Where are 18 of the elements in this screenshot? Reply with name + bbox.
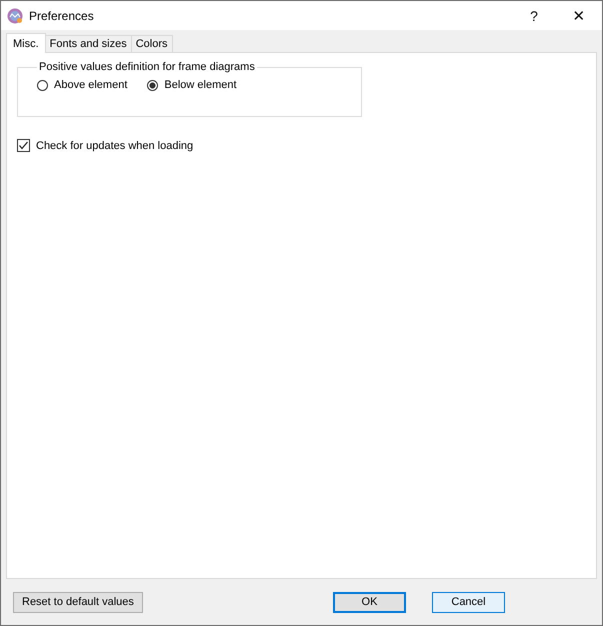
reset-button[interactable]: Reset to default values — [13, 592, 143, 612]
tab[interactable]: Misc. — [6, 33, 46, 53]
window-title: Preferences — [29, 8, 95, 22]
checkbox[interactable] — [17, 139, 30, 152]
radio-button[interactable] — [147, 80, 158, 90]
close-button[interactable]: ✕ — [556, 1, 602, 30]
dialog-button[interactable]: Cancel — [432, 592, 505, 612]
dialog-button[interactable]: OK — [333, 592, 406, 612]
radio-option[interactable]: Below element — [147, 79, 237, 91]
app-icon — [7, 8, 23, 24]
radio-label: Below element — [164, 79, 237, 91]
radio-button[interactable] — [37, 80, 48, 90]
checkbox-label: Check for updates when loading — [36, 140, 194, 152]
radio-label: Above element — [54, 79, 128, 91]
help-button[interactable]: ? — [512, 1, 556, 30]
group-title: Positive values definition for frame diagrams — [38, 61, 256, 73]
tab[interactable]: Colors — [130, 35, 173, 52]
radio-option[interactable]: Above element — [37, 79, 128, 91]
